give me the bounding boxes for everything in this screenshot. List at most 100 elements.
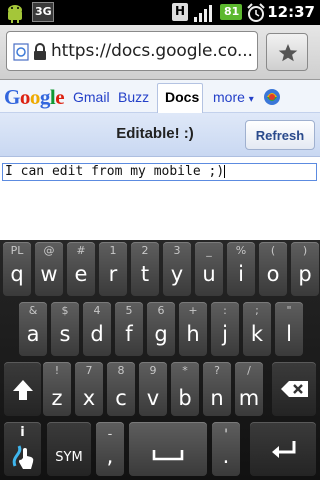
key-r[interactable]: 1r bbox=[99, 242, 127, 296]
key-hint: ) bbox=[302, 244, 308, 257]
key-label: t bbox=[140, 262, 150, 286]
key-n[interactable]: ? n bbox=[203, 362, 231, 416]
key-hint: # bbox=[76, 244, 86, 257]
key-v[interactable]: 9v bbox=[139, 362, 167, 416]
nav-buzz-link[interactable]: Buzz bbox=[118, 89, 149, 105]
bookmark-button[interactable] bbox=[266, 33, 308, 71]
key-k[interactable]: ; k bbox=[243, 302, 271, 356]
key-label: c bbox=[115, 386, 127, 410]
key-x[interactable]: 7x bbox=[75, 362, 103, 416]
bookmark-star-icon bbox=[278, 44, 298, 62]
key-hint: + bbox=[188, 304, 198, 317]
key-label: s bbox=[59, 322, 71, 346]
google-logo-letter: o bbox=[19, 85, 31, 109]
period-key[interactable]: ' . bbox=[212, 422, 240, 476]
delete-key[interactable] bbox=[272, 362, 316, 416]
chevron-down-icon: ▾ bbox=[248, 94, 254, 105]
key-w[interactable]: @ w bbox=[35, 242, 63, 296]
key-label: u bbox=[202, 262, 216, 286]
shift-arrow-icon bbox=[13, 380, 33, 400]
status-bar: 3G H 81 12:37 bbox=[0, 0, 320, 25]
key-label: z bbox=[51, 386, 63, 410]
nav-docs-tab[interactable]: Docs bbox=[157, 83, 203, 113]
key-hint: " bbox=[286, 304, 292, 317]
key-i[interactable]: % i bbox=[227, 242, 255, 296]
key-label: o bbox=[266, 262, 280, 286]
swype-gesture-icon bbox=[12, 445, 34, 469]
google-logo-letter: g bbox=[39, 85, 51, 109]
key-g[interactable]: 6g bbox=[147, 302, 175, 356]
key-hint: 2 bbox=[141, 244, 149, 257]
key-hint: 1 bbox=[109, 244, 117, 257]
key-hint: ; bbox=[255, 304, 259, 317]
google-logo[interactable]: Google bbox=[4, 85, 65, 110]
key-h[interactable]: + h bbox=[179, 302, 207, 356]
lock-icon bbox=[34, 43, 46, 60]
backspace-icon bbox=[281, 381, 308, 397]
refresh-button[interactable]: Refresh bbox=[245, 120, 315, 150]
info-hint: i bbox=[20, 425, 25, 440]
key-label: h bbox=[186, 322, 200, 346]
document-text: I can edit from my mobile ;) bbox=[5, 164, 225, 179]
key-hint: 3 bbox=[173, 244, 181, 257]
key-l[interactable]: " l bbox=[275, 302, 303, 356]
soft-keyboard: PL q @ w # e 1 r 2 t 3 y _ u% i(o) p & a $ s 4 d 5 f 6 g + h: j; k " l… bbox=[0, 240, 320, 480]
space-key[interactable] bbox=[129, 422, 207, 476]
key-f[interactable]: 5f bbox=[115, 302, 143, 356]
key-label: y bbox=[170, 262, 184, 286]
key-c[interactable]: 8c bbox=[107, 362, 135, 416]
clock: 12:37 bbox=[267, 3, 315, 21]
key-hint: 8 bbox=[117, 364, 125, 377]
key-label: p bbox=[298, 262, 312, 286]
key-hint: * bbox=[182, 364, 188, 377]
nav-docs-label: Docs bbox=[165, 89, 200, 105]
buzz-icon[interactable] bbox=[263, 88, 281, 106]
key-z[interactable]: ! z bbox=[43, 362, 71, 416]
editor-header: Editable! :) Refresh bbox=[0, 113, 320, 157]
battery-level: 81 bbox=[224, 5, 240, 18]
signal-icon bbox=[194, 5, 212, 22]
comma-key[interactable]: - , bbox=[96, 422, 124, 476]
key-q[interactable]: PL q bbox=[3, 242, 31, 296]
key-j[interactable]: :j bbox=[211, 302, 239, 356]
sym-key[interactable]: SYM bbox=[47, 422, 91, 476]
voice-input-key[interactable]: i bbox=[4, 422, 41, 476]
key-label: i bbox=[238, 262, 244, 286]
key-hint: ( bbox=[270, 244, 276, 257]
key-hint: 5 bbox=[125, 304, 133, 317]
key-p[interactable]: ) p bbox=[291, 242, 319, 296]
key-label: j bbox=[222, 322, 228, 346]
key-a[interactable]: & a bbox=[19, 302, 47, 356]
key-hint: % bbox=[235, 244, 247, 257]
key-label: f bbox=[125, 322, 133, 346]
nav-gmail-link[interactable]: Gmail bbox=[73, 89, 110, 105]
key-label: d bbox=[90, 322, 104, 346]
key-e[interactable]: # e bbox=[67, 242, 95, 296]
nav-more-link[interactable]: more ▾ bbox=[213, 89, 254, 105]
key-d[interactable]: 4d bbox=[83, 302, 111, 356]
key-label: b bbox=[178, 386, 192, 410]
key-label: a bbox=[26, 322, 40, 346]
h-data-icon: H bbox=[172, 3, 188, 21]
battery-icon: 81 bbox=[220, 4, 242, 20]
google-logo-letter: o bbox=[29, 85, 41, 109]
document-text-field[interactable]: I can edit from my mobile ;) bbox=[2, 163, 317, 181]
key-label: m bbox=[238, 386, 260, 410]
key-y[interactable]: 3y bbox=[163, 242, 191, 296]
key-u[interactable]: _ u bbox=[195, 242, 223, 296]
key-label: l bbox=[286, 322, 292, 346]
key-t[interactable]: 2t bbox=[131, 242, 159, 296]
key-o[interactable]: (o bbox=[259, 242, 287, 296]
key-s[interactable]: $ s bbox=[51, 302, 79, 356]
key-hint: 9 bbox=[149, 364, 157, 377]
browser-toolbar: https://docs.google.co... bbox=[0, 25, 320, 80]
enter-key[interactable] bbox=[250, 422, 316, 476]
google-logo-letter: e bbox=[55, 85, 65, 109]
url-field[interactable]: https://docs.google.co... bbox=[6, 31, 258, 71]
key-b[interactable]: * b bbox=[171, 362, 199, 416]
google-logo-letter: G bbox=[4, 85, 20, 109]
shift-key[interactable] bbox=[4, 362, 41, 416]
android-debug-icon bbox=[8, 5, 22, 23]
key-m[interactable]: / m bbox=[235, 362, 263, 416]
space-bar-icon bbox=[152, 450, 184, 461]
